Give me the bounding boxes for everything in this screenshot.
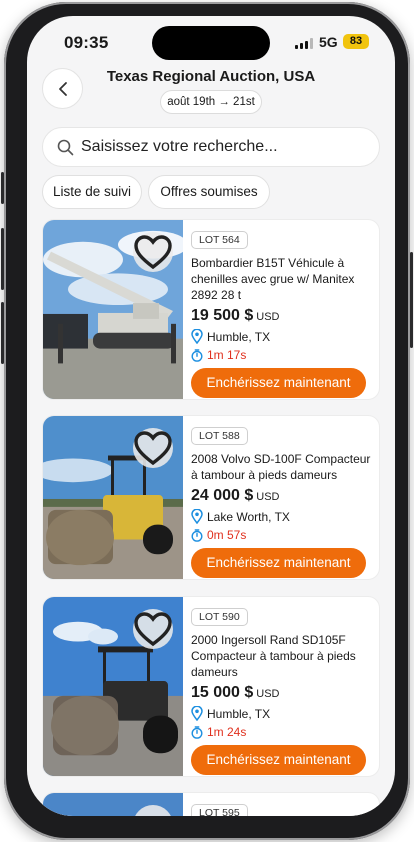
chevron-left-icon — [58, 81, 67, 96]
favorite-button[interactable] — [133, 232, 173, 272]
status-bar: 09:35 5G 83 — [27, 16, 395, 66]
lot-photo[interactable] — [43, 793, 183, 816]
search-icon — [57, 139, 74, 155]
favorite-button[interactable] — [133, 428, 173, 468]
location-pin-icon — [191, 706, 203, 721]
favorite-button[interactable] — [133, 609, 173, 649]
signal-icon — [295, 38, 313, 49]
stopwatch-icon — [191, 725, 203, 739]
lot-title[interactable]: 2000 Ingersoll Rand SD105F Compacteur à … — [191, 632, 373, 680]
lot-card[interactable]: LOT 595 — [42, 792, 380, 816]
heart-icon — [134, 612, 172, 647]
battery-icon: 83 — [343, 34, 369, 49]
bid-now-button[interactable]: Enchérissez maintenant — [191, 745, 366, 775]
chip-submitted-bids[interactable]: Offres soumises — [148, 175, 270, 209]
lot-location: Lake Worth, TX — [207, 509, 290, 524]
heart-icon — [134, 235, 172, 270]
power-button — [410, 252, 413, 348]
lot-number-badge: LOT 595 — [191, 804, 248, 816]
lot-location: Humble, TX — [207, 329, 271, 344]
status-time: 09:35 — [64, 33, 109, 52]
lot-number-badge: LOT 588 — [191, 427, 248, 445]
app-screen: 09:35 5G 83 Texas Regional Auction, USA … — [27, 16, 395, 816]
lot-number-badge: LOT 590 — [191, 608, 248, 626]
lot-time-left: 1m 17s — [207, 348, 247, 362]
volume-up-button — [1, 228, 4, 290]
stopwatch-icon — [191, 348, 203, 362]
lot-currency: USD — [256, 311, 280, 323]
lot-price: 15 000 $ — [191, 684, 254, 701]
lot-price: 24 000 $ — [191, 487, 254, 504]
lot-title[interactable]: 2008 Volvo SD-100F Compacteur à tambour … — [191, 451, 373, 483]
lot-price: 19 500 $ — [191, 307, 254, 324]
lot-photo[interactable] — [43, 220, 183, 399]
location-pin-icon — [191, 329, 203, 344]
back-button[interactable] — [42, 68, 83, 109]
volume-down-button — [1, 302, 4, 364]
lot-card[interactable]: LOT 564 Bombardier B15T Véhicule à cheni… — [42, 219, 380, 400]
lot-time-left: 0m 57s — [207, 528, 247, 542]
heart-icon — [134, 431, 172, 466]
lot-number-badge: LOT 564 — [191, 231, 248, 249]
lot-location: Humble, TX — [207, 706, 271, 721]
search-input[interactable]: Saisissez votre recherche... — [42, 127, 380, 167]
action-button — [1, 172, 4, 204]
location-pin-icon — [191, 509, 203, 524]
lot-photo[interactable] — [43, 416, 183, 579]
phone-frame: 09:35 5G 83 Texas Regional Auction, USA … — [1, 2, 413, 840]
lot-card[interactable]: LOT 590 2000 Ingersoll Rand SD105F Compa… — [42, 596, 380, 777]
search-placeholder: Saisissez votre recherche... — [81, 138, 278, 155]
date-range-badge[interactable]: août 19th → 21st — [160, 90, 262, 114]
bid-now-button[interactable]: Enchérissez maintenant — [191, 548, 366, 578]
lot-title[interactable]: Bombardier B15T Véhicule à chenilles ave… — [191, 255, 373, 303]
chip-watchlist[interactable]: Liste de suivi — [42, 175, 142, 209]
lot-card[interactable]: LOT 588 2008 Volvo SD-100F Compacteur à … — [42, 415, 380, 580]
page-title: Texas Regional Auction, USA — [106, 68, 316, 85]
lot-currency: USD — [256, 491, 280, 503]
lot-time-left: 1m 24s — [207, 725, 247, 739]
bid-now-button[interactable]: Enchérissez maintenant — [191, 368, 366, 398]
stopwatch-icon — [191, 528, 203, 542]
lot-photo[interactable] — [43, 597, 183, 776]
lot-currency: USD — [256, 688, 280, 700]
dynamic-island — [152, 26, 270, 60]
network-type: 5G — [319, 34, 338, 50]
